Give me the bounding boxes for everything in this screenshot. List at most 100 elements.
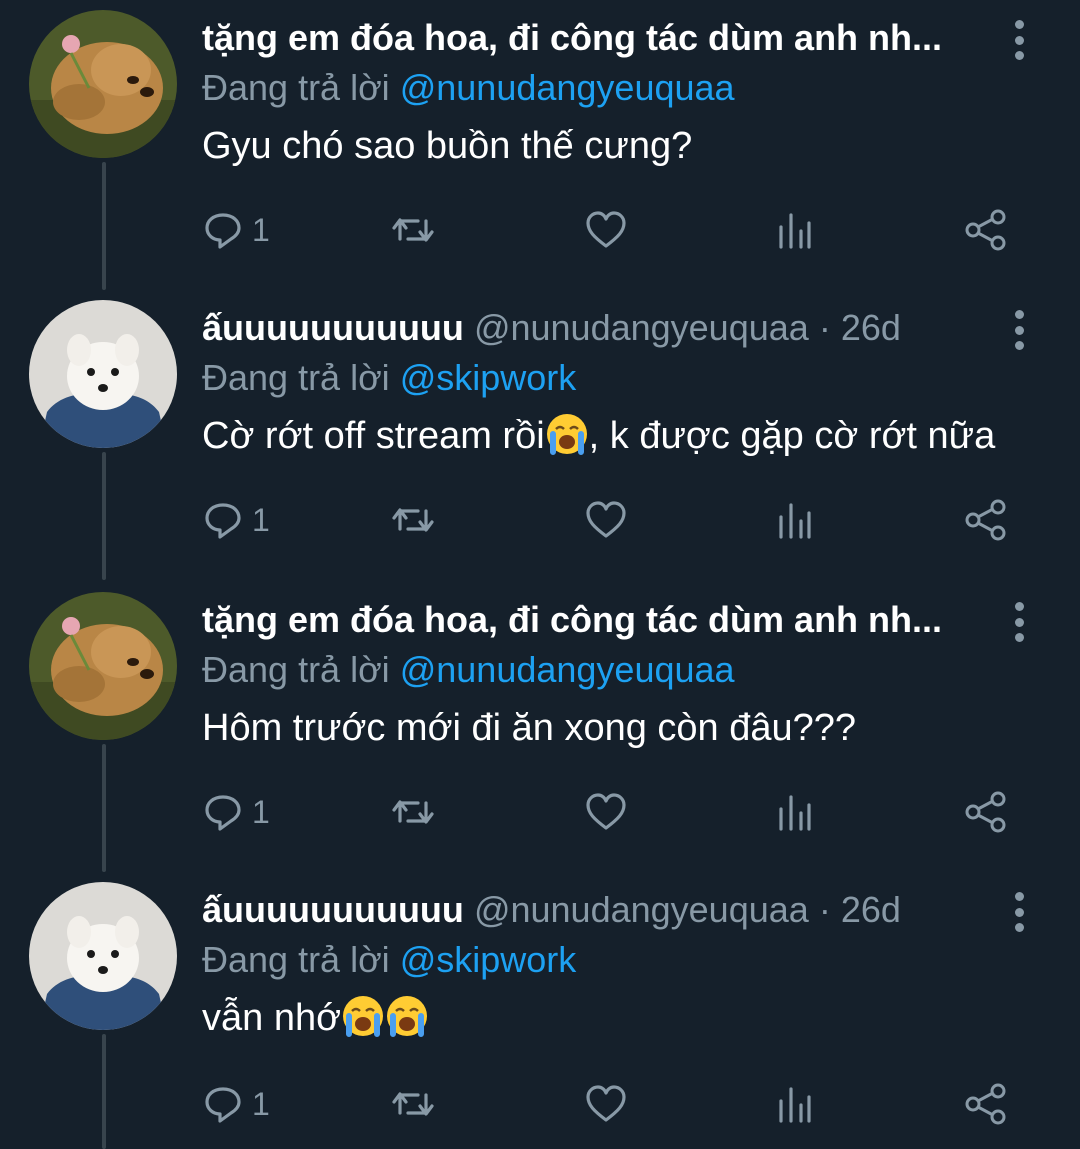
tweet-text: vẫn nhớ bbox=[202, 992, 429, 1044]
tweet-actions: 1 bbox=[202, 205, 1022, 255]
replying-to-handle[interactable]: @skipwork bbox=[400, 939, 577, 980]
tweet-actions: 1 bbox=[202, 495, 1022, 545]
like-button[interactable] bbox=[584, 495, 628, 545]
timestamp[interactable]: 26d bbox=[841, 307, 901, 348]
user-handle[interactable]: @nunudangyeuquaa bbox=[474, 889, 809, 930]
samoyed-avatar[interactable] bbox=[29, 300, 177, 448]
loudly-crying-face-emoji bbox=[546, 414, 587, 455]
separator: · bbox=[818, 889, 831, 930]
tweet-text-content: Hôm trước mới đi ăn xong còn đâu??? bbox=[202, 707, 857, 749]
tweet-text-content: Gyu chó sao buồn thế cưng? bbox=[202, 125, 693, 167]
replying-to: Đang trả lời @skipwork bbox=[202, 354, 576, 402]
share-icon bbox=[965, 209, 1006, 251]
thread-line bbox=[102, 744, 106, 872]
golden-retriever-avatar[interactable] bbox=[29, 592, 177, 740]
timestamp[interactable]: 26d bbox=[841, 889, 901, 930]
more-options-icon[interactable] bbox=[1002, 892, 1036, 932]
reply-button[interactable]: 1 bbox=[202, 205, 270, 255]
tweet-text-content: , k được gặp cờ rớt nữa bbox=[588, 415, 996, 457]
retweet-button[interactable] bbox=[390, 1079, 436, 1129]
reply-icon bbox=[205, 795, 241, 831]
tweet[interactable]: tặng em đóa hoa, đi công tác dùm anh nh.… bbox=[0, 0, 1080, 290]
reply-icon bbox=[205, 503, 241, 539]
more-options-icon[interactable] bbox=[1002, 310, 1036, 350]
share-icon bbox=[965, 1083, 1006, 1125]
more-options-icon[interactable] bbox=[1002, 20, 1036, 60]
share-button[interactable] bbox=[964, 205, 1008, 255]
share-button[interactable] bbox=[964, 787, 1008, 837]
more-options-icon[interactable] bbox=[1002, 602, 1036, 642]
replying-to: Đang trả lời @nunudangyeuquaa bbox=[202, 646, 735, 694]
share-icon bbox=[965, 791, 1006, 833]
user-handle[interactable]: @nunudangyeuquaa bbox=[474, 307, 809, 348]
tweet-header: tặng em đóa hoa, đi công tác dùm anh nh.… bbox=[202, 596, 990, 644]
retweet-icon bbox=[392, 218, 434, 242]
tweet-text: Gyu chó sao buồn thế cưng? bbox=[202, 120, 692, 172]
loudly-crying-face-emoji bbox=[387, 996, 428, 1037]
analytics-button[interactable] bbox=[776, 787, 814, 837]
analytics-button[interactable] bbox=[776, 495, 814, 545]
reply-count: 1 bbox=[252, 211, 270, 248]
share-button[interactable] bbox=[964, 495, 1008, 545]
tweet-actions: 1 bbox=[202, 787, 1022, 837]
reply-count: 1 bbox=[252, 793, 270, 830]
replying-to-handle[interactable]: @nunudangyeuquaa bbox=[400, 67, 735, 108]
retweet-icon bbox=[392, 1092, 434, 1116]
share-icon bbox=[965, 499, 1006, 541]
reply-button[interactable]: 1 bbox=[202, 1079, 270, 1129]
retweet-button[interactable] bbox=[390, 495, 436, 545]
loudly-crying-face-emoji bbox=[343, 996, 384, 1037]
display-name[interactable]: ấuuuuuuuuuuu bbox=[202, 307, 464, 348]
samoyed-avatar[interactable] bbox=[29, 882, 177, 1030]
replying-to: Đang trả lời @nunudangyeuquaa bbox=[202, 64, 735, 112]
analytics-icon bbox=[779, 503, 811, 539]
analytics-icon bbox=[779, 1087, 811, 1123]
tweet[interactable]: tặng em đóa hoa, đi công tác dùm anh nh.… bbox=[0, 582, 1080, 872]
thread-line bbox=[102, 162, 106, 290]
analytics-button[interactable] bbox=[776, 1079, 814, 1129]
analytics-icon bbox=[779, 213, 811, 249]
replying-to-handle[interactable]: @nunudangyeuquaa bbox=[400, 649, 735, 690]
reply-count: 1 bbox=[252, 501, 270, 538]
tweet-text-content: Cờ rớt off stream rồi bbox=[202, 415, 545, 457]
reply-icon bbox=[205, 213, 241, 249]
like-button[interactable] bbox=[584, 787, 628, 837]
tweet[interactable]: ấuuuuuuuuuuu @nunudangyeuquaa · 26d Đang… bbox=[0, 872, 1080, 1149]
thread-line bbox=[102, 1034, 106, 1149]
thread-line bbox=[102, 452, 106, 580]
tweet-text-content: vẫn nhớ bbox=[202, 997, 342, 1039]
analytics-icon bbox=[779, 795, 811, 831]
reply-count: 1 bbox=[252, 1085, 270, 1122]
tweet-text: Cờ rớt off stream rồi , k được gặp cờ rớt… bbox=[202, 410, 995, 462]
analytics-button[interactable] bbox=[776, 205, 814, 255]
like-icon bbox=[586, 211, 626, 248]
tweet-header: ấuuuuuuuuuuu @nunudangyeuquaa · 26d bbox=[202, 304, 990, 352]
reply-button[interactable]: 1 bbox=[202, 787, 270, 837]
tweet-text: Hôm trước mới đi ăn xong còn đâu??? bbox=[202, 702, 856, 754]
tweet-header: ấuuuuuuuuuuu @nunudangyeuquaa · 26d bbox=[202, 886, 990, 934]
separator: · bbox=[818, 307, 831, 348]
replying-to-handle[interactable]: @skipwork bbox=[400, 357, 577, 398]
retweet-button[interactable] bbox=[390, 787, 436, 837]
replying-to-label: Đang trả lời bbox=[202, 939, 390, 980]
retweet-icon bbox=[392, 508, 434, 532]
reply-thread: tặng em đóa hoa, đi công tác dùm anh nh.… bbox=[0, 0, 1080, 1149]
display-name[interactable]: tặng em đóa hoa, đi công tác dùm anh nh.… bbox=[202, 599, 942, 640]
retweet-button[interactable] bbox=[390, 205, 436, 255]
tweet-actions: 1 bbox=[202, 1079, 1022, 1129]
replying-to-label: Đang trả lời bbox=[202, 67, 390, 108]
display-name[interactable]: ấuuuuuuuuuuu bbox=[202, 889, 464, 930]
replying-to-label: Đang trả lời bbox=[202, 649, 390, 690]
share-button[interactable] bbox=[964, 1079, 1008, 1129]
tweet-header: tặng em đóa hoa, đi công tác dùm anh nh.… bbox=[202, 14, 990, 62]
reply-button[interactable]: 1 bbox=[202, 495, 270, 545]
like-button[interactable] bbox=[584, 205, 628, 255]
tweet[interactable]: ấuuuuuuuuuuu @nunudangyeuquaa · 26d Đang… bbox=[0, 290, 1080, 580]
display-name[interactable]: tặng em đóa hoa, đi công tác dùm anh nh.… bbox=[202, 17, 942, 58]
like-button[interactable] bbox=[584, 1079, 628, 1129]
reply-icon bbox=[205, 1087, 241, 1123]
like-icon bbox=[586, 1085, 626, 1122]
golden-retriever-avatar[interactable] bbox=[29, 10, 177, 158]
replying-to-label: Đang trả lời bbox=[202, 357, 390, 398]
like-icon bbox=[586, 501, 626, 538]
